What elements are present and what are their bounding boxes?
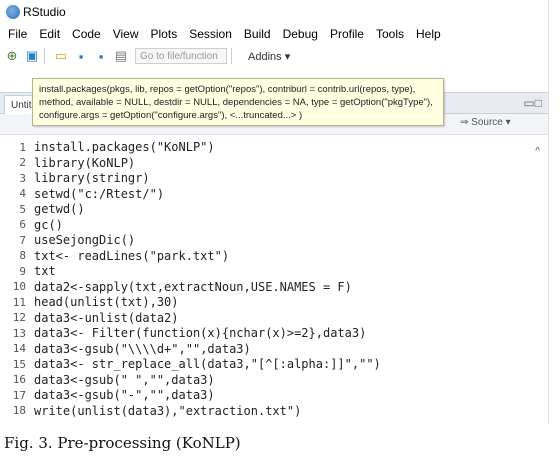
tooltip-line: configure.args = getOption("configure.ar…: [39, 110, 303, 121]
line-number: 16: [12, 373, 26, 386]
menu-debug[interactable]: Debug: [283, 27, 318, 41]
menu-view[interactable]: View: [113, 27, 139, 41]
line-number: 5: [19, 202, 26, 216]
menu-edit[interactable]: Edit: [39, 27, 60, 41]
code-line[interactable]: 5 getwd(): [0, 202, 548, 216]
code-line[interactable]: 10 data2<-sapply(txt,extractNoun,USE.NAME…: [0, 280, 548, 294]
title-bar: RStudio: [0, 0, 548, 24]
window-title: RStudio: [23, 5, 66, 19]
code-text: data3<-gsub("-","",data3): [34, 388, 215, 402]
menu-code[interactable]: Code: [72, 27, 101, 41]
menu-profile[interactable]: Profile: [330, 27, 364, 41]
save-icon[interactable]: ▪: [73, 48, 89, 64]
open-file-icon[interactable]: ▭: [53, 48, 69, 64]
save-all-icon[interactable]: ▪: [93, 48, 109, 64]
new-file-icon[interactable]: ⊕: [4, 48, 20, 64]
code-text: gc(): [34, 217, 63, 232]
line-number: 10: [12, 280, 26, 293]
code-text: write(unlist(data3),"extraction.txt"): [34, 403, 302, 418]
code-line[interactable]: 4 setwd("c:/Rtest/"): [0, 187, 548, 201]
code-line[interactable]: 15 data3<- str_replace_all(data3,"[^[:alp…: [0, 357, 548, 371]
tab-label: Untit: [11, 99, 32, 111]
main-toolbar: ⊕ ▣ ▭ ▪ ▪ ▤ Go to file/function Addins ▾: [0, 44, 548, 68]
goto-file-input[interactable]: Go to file/function: [135, 48, 227, 64]
toolbar-divider: [231, 48, 232, 64]
source-button[interactable]: ⇒ Source ▾: [460, 117, 511, 128]
code-line[interactable]: 8 txt<- readLines("park.txt"): [0, 249, 548, 263]
code-text: data3<- Filter(function(x){nchar(x)>=2},…: [34, 326, 367, 340]
line-number: 3: [19, 171, 26, 185]
code-line[interactable]: 1 install.packages("KoNLP"): [0, 140, 548, 154]
line-number: 13: [12, 326, 26, 340]
menu-build[interactable]: Build: [244, 27, 271, 41]
minimize-maximize-icon[interactable]: ▭□: [523, 96, 542, 110]
code-line[interactable]: 11 head(unlist(txt),30): [0, 295, 548, 309]
code-line[interactable]: 18 write(unlist(data3),"extraction.txt"): [0, 404, 548, 418]
line-number: 2: [19, 156, 26, 169]
line-number: 11: [12, 295, 26, 309]
menu-help[interactable]: Help: [416, 27, 441, 41]
code-text: data3<-unlist(data2): [34, 310, 179, 325]
menu-file[interactable]: File: [8, 27, 27, 41]
tooltip-line: method, available = NULL, destdir = NULL…: [39, 97, 433, 108]
toolbar-divider: [44, 48, 45, 64]
figure-caption: Fig. 3. Pre-processing (KoNLP): [4, 434, 241, 452]
line-number: 1: [19, 140, 26, 154]
line-number: 14: [12, 342, 26, 355]
line-number: 8: [19, 249, 26, 262]
line-number: 4: [19, 187, 26, 200]
rstudio-logo-icon: [6, 5, 20, 19]
code-text: getwd(): [34, 202, 85, 216]
code-text: data3<- str_replace_all(data3,"[^[:alpha…: [34, 357, 381, 371]
line-number: 18: [12, 404, 26, 417]
code-text: data3<-gsub("\\\\d+","",data3): [34, 341, 251, 356]
code-text: txt: [34, 264, 56, 278]
code-text: library(KoNLP): [34, 155, 136, 170]
code-line[interactable]: 12 data3<-unlist(data2): [0, 311, 548, 325]
code-text: head(unlist(txt),30): [34, 295, 179, 309]
menu-session[interactable]: Session: [189, 27, 232, 41]
line-number: 9: [19, 264, 26, 278]
code-line[interactable]: 14 data3<-gsub("\\\\d+","",data3): [0, 342, 548, 356]
code-line[interactable]: 6 gc(): [0, 218, 548, 232]
code-line[interactable]: 17 data3<-gsub("-","",data3): [0, 388, 548, 402]
code-line[interactable]: 2 library(KoNLP): [0, 156, 548, 170]
print-icon[interactable]: ▤: [113, 48, 129, 64]
code-line[interactable]: 3 library(stringr): [0, 171, 548, 185]
function-signature-tooltip: install.packages(pkgs, lib, repos = getO…: [32, 78, 444, 126]
tooltip-line: install.packages(pkgs, lib, repos = getO…: [39, 84, 416, 95]
line-number: 6: [19, 218, 26, 231]
code-text: data2<-sapply(txt,extractNoun,USE.NAMES …: [34, 279, 352, 294]
line-number: 12: [12, 311, 26, 324]
code-text: useSejongDic(): [34, 233, 136, 247]
code-text: setwd("c:/Rtest/"): [34, 186, 165, 201]
code-text: library(stringr): [34, 171, 150, 185]
line-number: 15: [12, 357, 26, 371]
code-line[interactable]: 9 txt: [0, 264, 548, 278]
code-text: install.packages("KoNLP"): [34, 140, 215, 154]
menu-tools[interactable]: Tools: [376, 27, 404, 41]
code-line[interactable]: 7 useSejongDic(): [0, 233, 548, 247]
line-number: 7: [19, 233, 26, 247]
code-editor[interactable]: 1 install.packages("KoNLP") 2 library(KoNLP…: [0, 136, 548, 424]
rstudio-window: RStudio File Edit Code View Plots Sessio…: [0, 0, 549, 424]
code-line[interactable]: 13 data3<- Filter(function(x){nchar(x)>=2…: [0, 326, 548, 340]
scroll-up-icon[interactable]: ^: [535, 146, 540, 157]
code-text: data3<-gsub(" ","",data3): [34, 372, 215, 387]
menu-bar: File Edit Code View Plots Session Build …: [0, 24, 548, 44]
code-line[interactable]: 16 data3<-gsub(" ","",data3): [0, 373, 548, 387]
addins-menu[interactable]: Addins ▾: [248, 50, 290, 63]
line-number: 17: [12, 388, 26, 402]
code-text: txt<- readLines("park.txt"): [34, 248, 230, 263]
menu-plots[interactable]: Plots: [151, 27, 178, 41]
open-project-icon[interactable]: ▣: [24, 48, 40, 64]
